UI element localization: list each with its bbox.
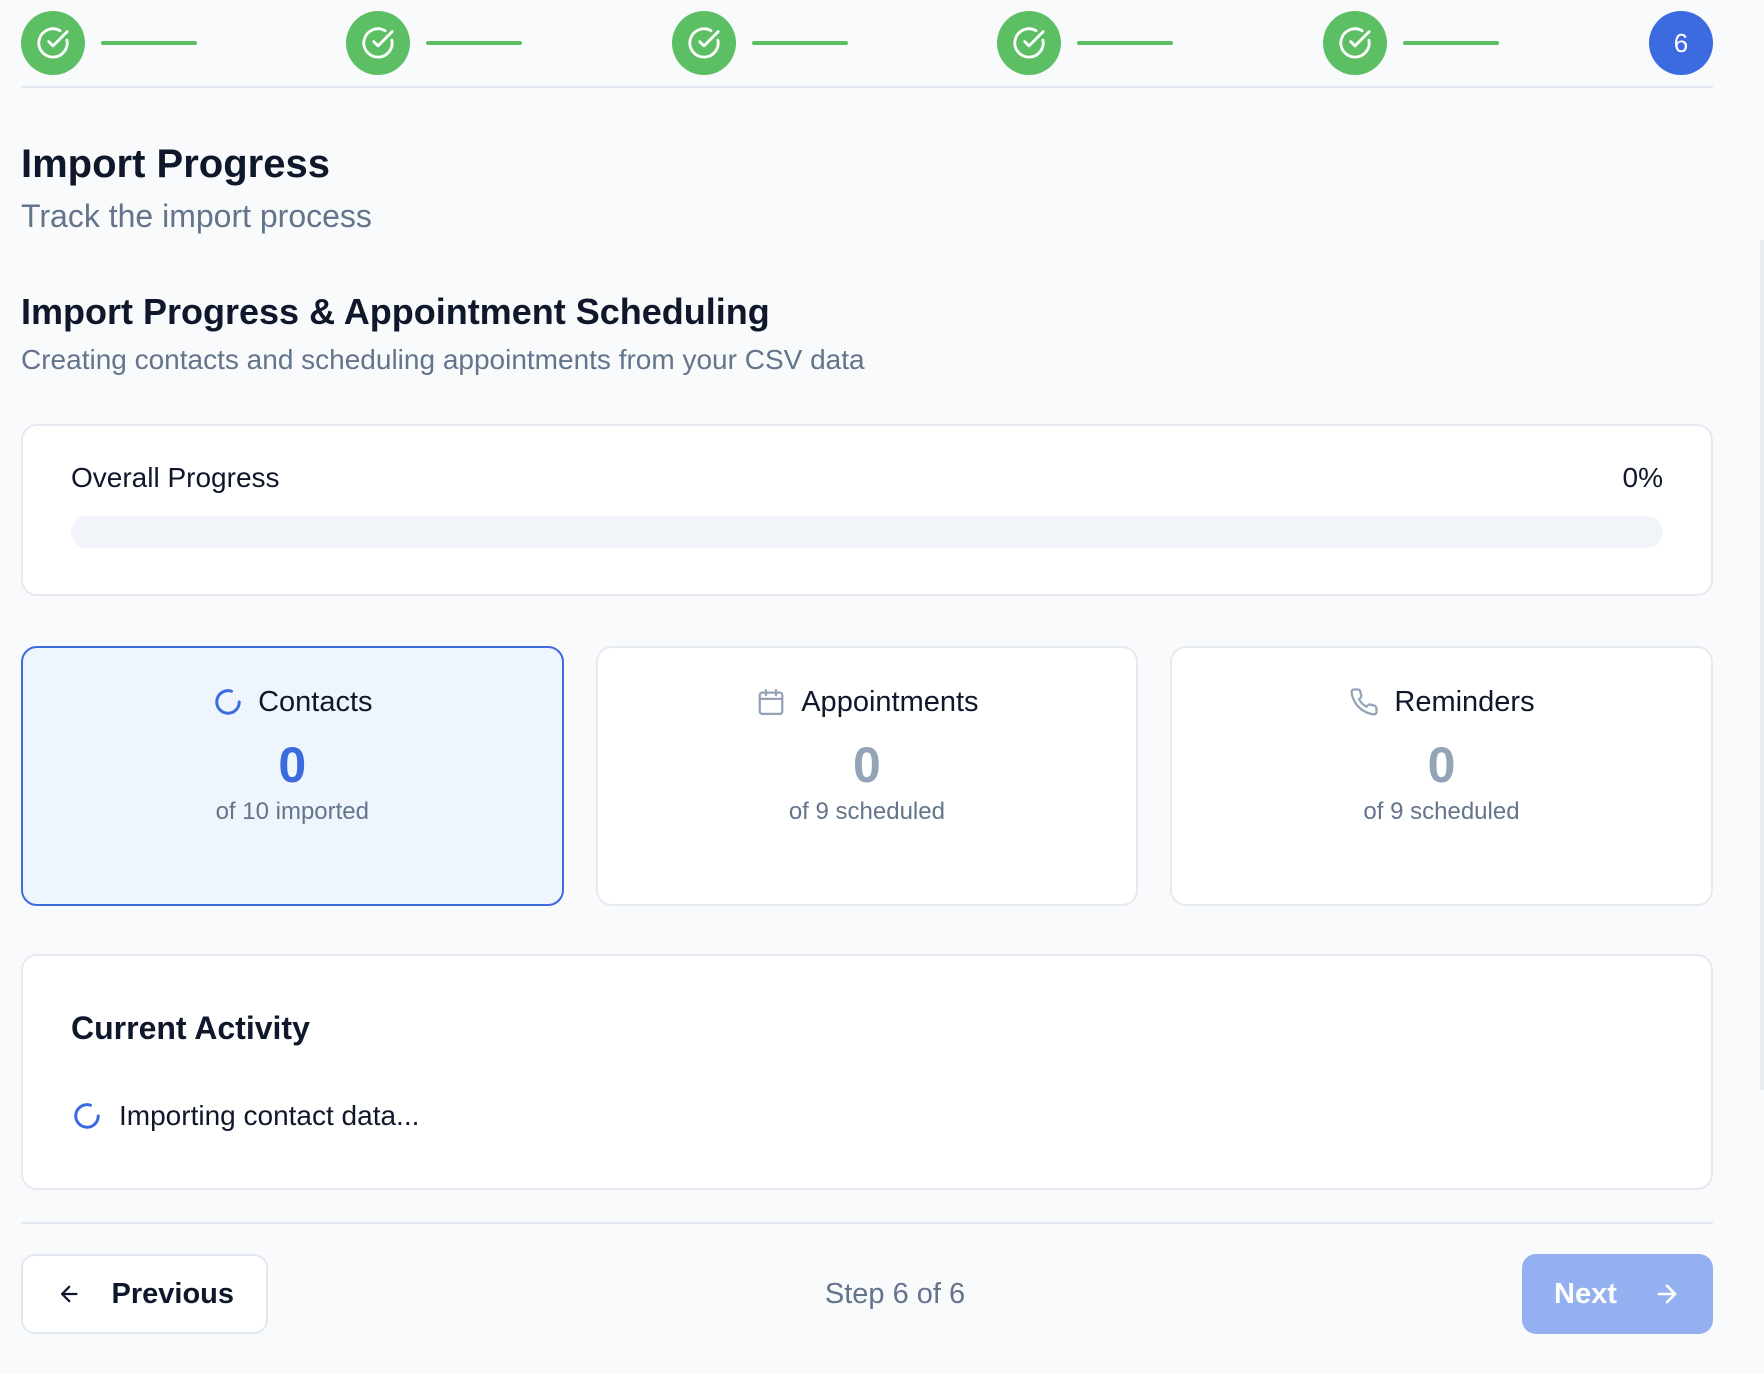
contacts-stat-card: Contacts 0 of 10 imported (21, 646, 564, 906)
contacts-stat-caption: of 10 imported (215, 798, 369, 825)
step-6-current-indicator: 6 (1649, 11, 1713, 75)
current-activity-title: Current Activity (71, 1010, 310, 1046)
overall-progress-percent: 0% (1622, 462, 1663, 493)
check-circle-icon (362, 27, 394, 59)
current-activity-card: Current Activity Importing contact data.… (21, 954, 1713, 1190)
step-connector (426, 41, 523, 45)
step-5[interactable] (1322, 11, 1648, 75)
next-button[interactable]: Next (1522, 1254, 1713, 1334)
reminders-stat-card: Reminders 0 of 9 scheduled (1170, 646, 1713, 906)
step-indicator: Step 6 of 6 (824, 1277, 966, 1310)
step-3[interactable] (671, 11, 997, 75)
step-2-complete-indicator (346, 11, 411, 75)
section-title: Import Progress & Appointment Scheduling (21, 291, 770, 332)
check-circle-icon (1013, 27, 1045, 59)
overall-progress-card: Overall Progress 0% (21, 424, 1713, 596)
reminders-stat-caption: of 9 scheduled (1363, 798, 1520, 825)
page-title: Import Progress (21, 142, 330, 186)
appointments-stat-header: Appointments (755, 682, 979, 722)
current-activity-text: Importing contact data... (119, 1100, 420, 1131)
contacts-stat-value: 0 (278, 737, 307, 793)
appointments-stat-caption: of 9 scheduled (788, 798, 945, 825)
step-6[interactable]: 6 (1649, 11, 1713, 75)
page-subtitle: Track the import process (21, 198, 372, 234)
previous-button-label: Previous (111, 1277, 235, 1310)
step-4[interactable] (997, 11, 1322, 75)
step-connector (1077, 41, 1174, 45)
previous-button[interactable]: Previous (21, 1254, 268, 1334)
arrow-left-icon (60, 1285, 78, 1303)
reminders-stat-header: Reminders (1348, 682, 1535, 722)
loading-spinner-icon (71, 1100, 103, 1132)
scrollbar-edge[interactable] (1760, 0, 1764, 1374)
appointments-stat-label: Appointments (801, 686, 979, 718)
step-1[interactable] (21, 11, 346, 75)
step-1-complete-indicator (21, 11, 85, 75)
step-connector (1402, 41, 1499, 45)
overall-progress-label: Overall Progress (71, 462, 280, 493)
reminders-stat-value: 0 (1427, 737, 1456, 793)
reminders-stat-label: Reminders (1394, 686, 1535, 718)
current-activity-status: Importing contact data... (71, 1098, 1663, 1134)
step-5-complete-indicator (1322, 11, 1387, 75)
import-stats: Contacts 0 of 10 imported Appointments 0… (21, 646, 1713, 906)
appointments-stat-value: 0 (852, 737, 881, 793)
wizard-footer: Previous Step 6 of 6 Next (21, 1254, 1713, 1334)
check-circle-icon (1339, 27, 1371, 59)
wizard-stepper: 6 (21, 0, 1713, 86)
check-circle-icon (37, 27, 69, 59)
next-button-label: Next (1554, 1277, 1617, 1310)
import-wizard-page: 6 Import Progress Track the import proce… (0, 0, 1764, 1374)
contacts-stat-label: Contacts (258, 686, 373, 718)
phone-icon (1348, 686, 1380, 718)
step-connector (751, 41, 848, 45)
calendar-icon (755, 686, 787, 718)
step-4-complete-indicator (997, 11, 1062, 75)
section-subtitle: Creating contacts and scheduling appoint… (21, 344, 865, 375)
check-circle-icon (688, 27, 720, 59)
stepper-divider (21, 86, 1713, 88)
arrow-right-icon (1657, 1284, 1677, 1304)
step-connector (101, 41, 197, 45)
overall-progress-bar (71, 516, 1663, 548)
overall-progress-header: Overall Progress 0% (71, 460, 1663, 496)
step-3-complete-indicator (671, 11, 736, 75)
appointments-stat-card: Appointments 0 of 9 scheduled (595, 646, 1139, 906)
wizard-content: 6 Import Progress Track the import proce… (21, 0, 1713, 1334)
loading-spinner-icon (212, 686, 244, 718)
footer-divider (21, 1222, 1713, 1224)
contacts-stat-header: Contacts (212, 682, 373, 722)
step-2[interactable] (346, 11, 671, 75)
